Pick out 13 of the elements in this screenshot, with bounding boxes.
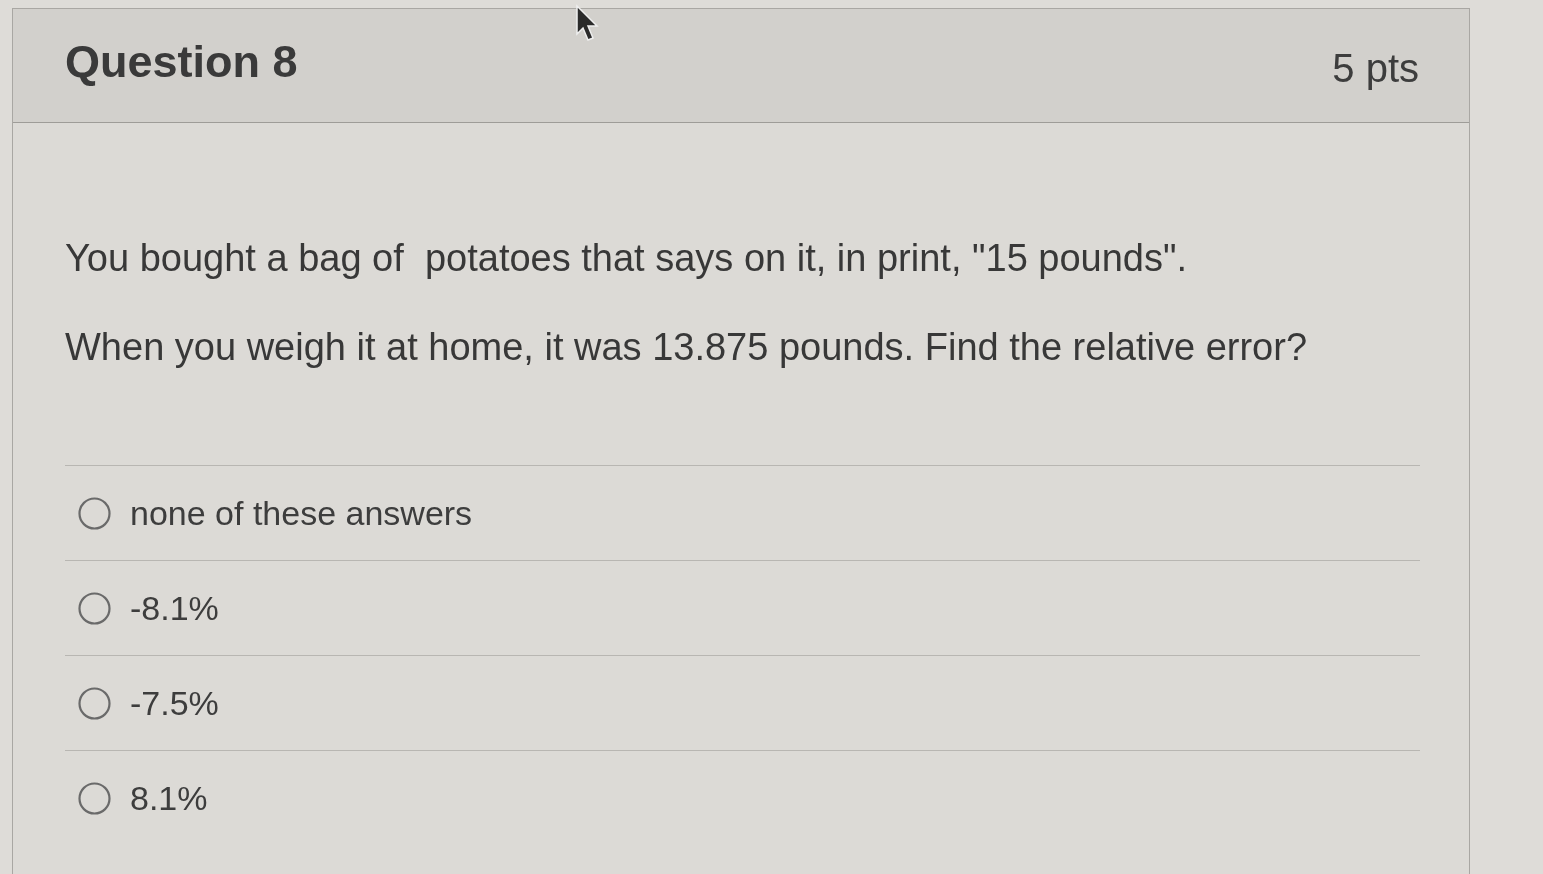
question-text: You bought a bag of potatoes that says on it, in print, "15 pounds".: [65, 236, 1189, 280]
answer-label: none of these answers: [130, 493, 473, 533]
answer-label: -8.1%: [130, 588, 219, 628]
question-title: Question 8: [65, 35, 298, 89]
radio-button[interactable]: [78, 686, 111, 720]
radio-button[interactable]: [78, 496, 111, 530]
radio-button[interactable]: [78, 591, 111, 625]
radio-button[interactable]: [78, 781, 111, 815]
points-label: 5 pts: [1332, 45, 1419, 91]
cursor-icon: [575, 4, 599, 44]
answer-label: -7.5%: [130, 683, 219, 723]
question-text: When you weigh it at home, it was 13.875 pounds. Find the relative error?: [65, 325, 1308, 369]
answer-label: 8.1%: [130, 778, 208, 818]
